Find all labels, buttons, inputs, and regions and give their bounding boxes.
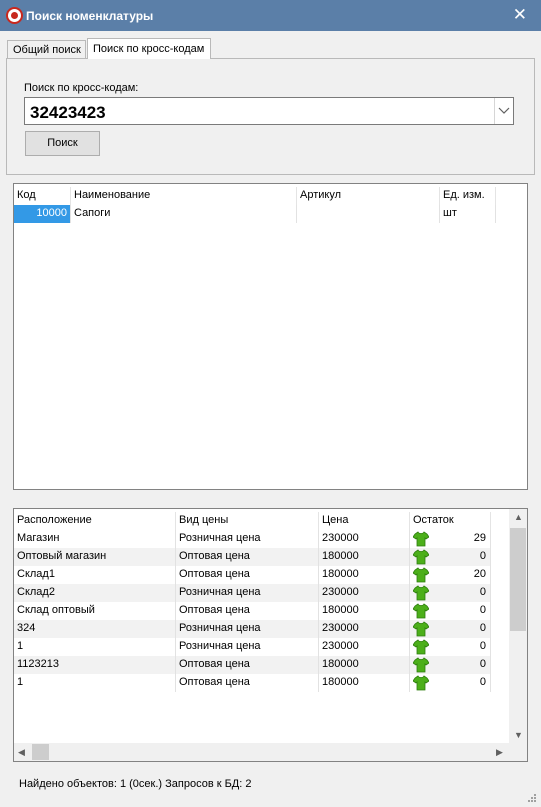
window-title: Поиск номенклатуры bbox=[26, 9, 154, 23]
cell-price[interactable]: 230000 bbox=[319, 638, 410, 656]
tab-general-search[interactable]: Общий поиск bbox=[7, 40, 86, 58]
table-row[interactable]: Оптовый магазин Оптовая цена 180000 0 bbox=[14, 548, 491, 566]
stock-value: 0 bbox=[479, 622, 486, 634]
cell-unit[interactable]: шт bbox=[440, 205, 496, 223]
tshirt-icon bbox=[413, 621, 429, 637]
cell-price[interactable]: 230000 bbox=[319, 584, 410, 602]
cell-price-type[interactable]: Розничная цена bbox=[176, 584, 319, 602]
cell-price[interactable]: 180000 bbox=[319, 602, 410, 620]
tshirt-icon bbox=[413, 549, 429, 565]
cell-price-type[interactable]: Оптовая цена bbox=[176, 602, 319, 620]
stock-value: 0 bbox=[479, 658, 486, 670]
cell-stock[interactable]: 20 bbox=[410, 566, 491, 584]
horizontal-scrollbar[interactable]: ◀ ▶ bbox=[14, 743, 509, 761]
table-row[interactable]: Склад2 Розничная цена 230000 0 bbox=[14, 584, 491, 602]
cell-stock[interactable]: 0 bbox=[410, 548, 491, 566]
stock-value: 0 bbox=[479, 604, 486, 616]
cell-price[interactable]: 180000 bbox=[319, 656, 410, 674]
tshirt-icon bbox=[413, 531, 429, 547]
column-header-unit[interactable]: Ед. изм. bbox=[440, 187, 496, 205]
cell-stock[interactable]: 0 bbox=[410, 602, 491, 620]
cell-price[interactable]: 180000 bbox=[319, 674, 410, 692]
table-row[interactable]: Склад оптовый Оптовая цена 180000 0 bbox=[14, 602, 491, 620]
tshirt-icon bbox=[413, 657, 429, 673]
cell-stock[interactable]: 0 bbox=[410, 620, 491, 638]
cell-price-type[interactable]: Оптовая цена bbox=[176, 674, 319, 692]
search-button[interactable]: Поиск bbox=[25, 131, 100, 156]
cell-price-type[interactable]: Розничная цена bbox=[176, 530, 319, 548]
table-row[interactable]: 1 Розничная цена 230000 0 bbox=[14, 638, 491, 656]
cross-code-input[interactable]: 32423423 bbox=[30, 103, 106, 123]
scroll-up-icon[interactable]: ▲ bbox=[514, 512, 523, 522]
tshirt-icon bbox=[413, 567, 429, 583]
tshirt-icon bbox=[413, 639, 429, 655]
table-row[interactable]: Склад1 Оптовая цена 180000 20 bbox=[14, 566, 491, 584]
stock-value: 0 bbox=[479, 550, 486, 562]
app-logo-icon bbox=[6, 7, 23, 24]
cell-article[interactable] bbox=[297, 205, 440, 223]
cell-location[interactable]: Склад2 bbox=[14, 584, 176, 602]
cell-price[interactable]: 230000 bbox=[319, 620, 410, 638]
stock-value: 0 bbox=[479, 676, 486, 688]
column-header-article[interactable]: Артикул bbox=[297, 187, 440, 205]
scroll-left-icon[interactable]: ◀ bbox=[18, 747, 25, 758]
cell-price-type[interactable]: Оптовая цена bbox=[176, 656, 319, 674]
chevron-down-icon[interactable] bbox=[494, 98, 513, 124]
cell-location[interactable]: 1 bbox=[14, 674, 176, 692]
table-row[interactable]: 1 Оптовая цена 180000 0 bbox=[14, 674, 491, 692]
cell-name[interactable]: Сапоги bbox=[71, 205, 297, 223]
cell-location[interactable]: Оптовый магазин bbox=[14, 548, 176, 566]
horizontal-scroll-thumb[interactable] bbox=[32, 744, 49, 760]
cell-price-type[interactable]: Оптовая цена bbox=[176, 548, 319, 566]
cell-location[interactable]: 1 bbox=[14, 638, 176, 656]
cell-price-type[interactable]: Оптовая цена bbox=[176, 566, 319, 584]
close-button[interactable]: ✕ bbox=[513, 5, 527, 25]
vertical-scroll-thumb[interactable] bbox=[510, 528, 526, 631]
stock-value: 0 bbox=[479, 586, 486, 598]
scroll-down-icon[interactable]: ▼ bbox=[514, 730, 523, 740]
stock-value: 20 bbox=[473, 568, 486, 580]
tshirt-icon bbox=[413, 603, 429, 619]
cell-location[interactable]: 1123213 bbox=[14, 656, 176, 674]
cell-location[interactable]: 324 bbox=[14, 620, 176, 638]
cell-price[interactable]: 230000 bbox=[319, 530, 410, 548]
cell-location[interactable]: Магазин bbox=[14, 530, 176, 548]
stock-value: 0 bbox=[479, 640, 486, 652]
tshirt-icon bbox=[413, 675, 429, 691]
cell-location[interactable]: Склад1 bbox=[14, 566, 176, 584]
column-header-code[interactable]: Код bbox=[14, 187, 71, 205]
cell-price[interactable]: 180000 bbox=[319, 548, 410, 566]
tshirt-icon bbox=[413, 585, 429, 601]
tab-cross-code-search[interactable]: Поиск по кросс-кодам bbox=[87, 38, 211, 59]
cell-stock[interactable]: 0 bbox=[410, 584, 491, 602]
cell-price-type[interactable]: Розничная цена bbox=[176, 638, 319, 656]
table-row[interactable]: 1123213 Оптовая цена 180000 0 bbox=[14, 656, 491, 674]
vertical-scrollbar[interactable]: ▲ ▼ bbox=[509, 509, 527, 743]
cell-stock[interactable]: 29 bbox=[410, 530, 491, 548]
cell-code[interactable]: 10000 bbox=[14, 205, 71, 223]
table-row[interactable]: 324 Розничная цена 230000 0 bbox=[14, 620, 491, 638]
search-label: Поиск по кросс-кодам: bbox=[24, 82, 139, 94]
cell-stock[interactable]: 0 bbox=[410, 656, 491, 674]
table-row[interactable]: Магазин Розничная цена 230000 29 bbox=[14, 530, 491, 548]
cell-stock[interactable]: 0 bbox=[410, 638, 491, 656]
column-header-stock[interactable]: Остаток bbox=[410, 512, 491, 530]
column-header-price-type[interactable]: Вид цены bbox=[176, 512, 319, 530]
column-header-name[interactable]: Наименование bbox=[71, 187, 297, 205]
scroll-right-icon[interactable]: ▶ bbox=[496, 747, 503, 758]
stock-grid[interactable]: Расположение Вид цены Цена Остаток Магаз… bbox=[13, 508, 528, 762]
cell-stock[interactable]: 0 bbox=[410, 674, 491, 692]
status-text: Найдено объектов: 1 (0сек.) Запросов к Б… bbox=[19, 778, 252, 790]
cell-price[interactable]: 180000 bbox=[319, 566, 410, 584]
column-header-location[interactable]: Расположение bbox=[14, 512, 176, 530]
scrollbar-corner bbox=[509, 743, 527, 761]
stock-value: 29 bbox=[473, 532, 486, 544]
cross-code-combobox[interactable]: 32423423 bbox=[24, 97, 514, 125]
column-header-price[interactable]: Цена bbox=[319, 512, 410, 530]
title-bar: Поиск номенклатуры ✕ bbox=[0, 0, 541, 31]
resize-grip-icon[interactable] bbox=[527, 793, 537, 803]
cell-price-type[interactable]: Розничная цена bbox=[176, 620, 319, 638]
items-grid[interactable]: Код Наименование Артикул Ед. изм. 10000 … bbox=[13, 183, 528, 490]
cell-location[interactable]: Склад оптовый bbox=[14, 602, 176, 620]
